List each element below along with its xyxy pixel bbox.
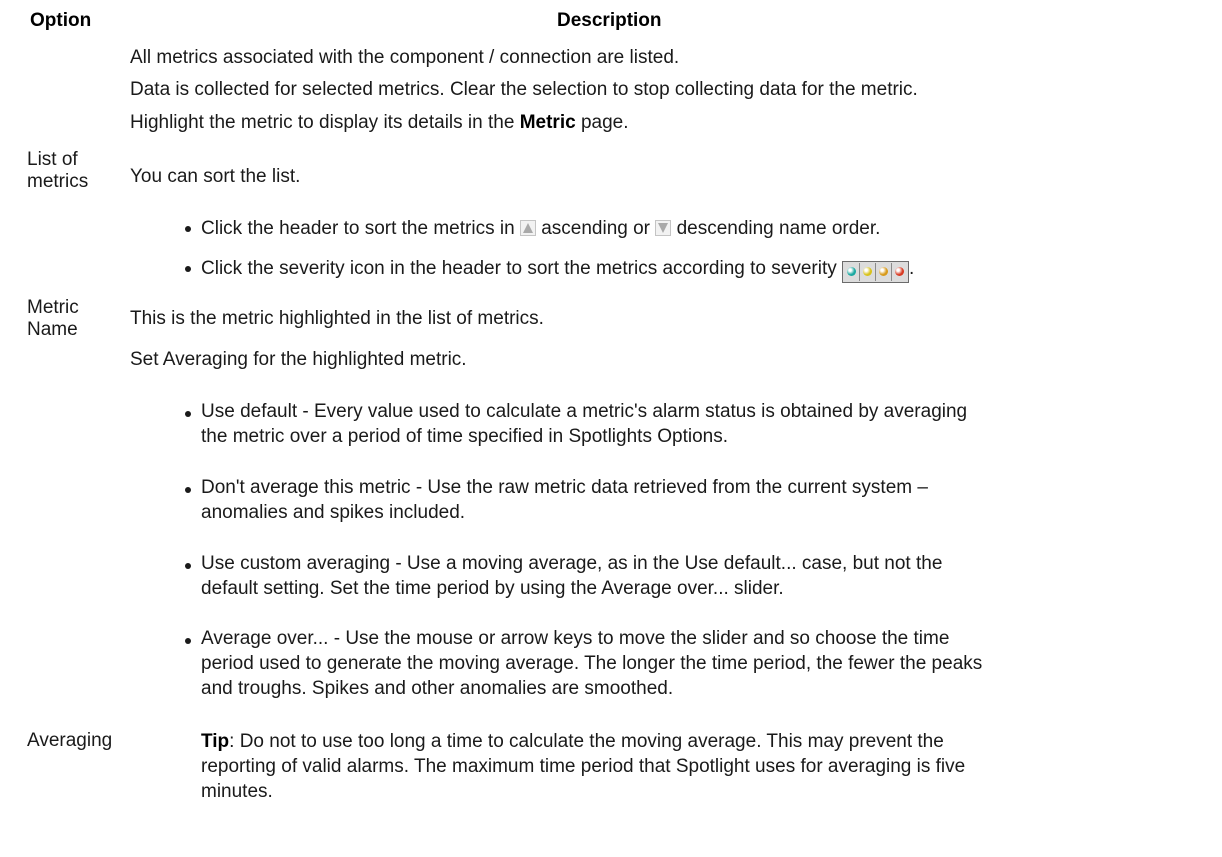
metric-page-reference: Metric [519, 112, 576, 133]
list-item-text: . [909, 258, 915, 279]
bullet-icon [185, 266, 191, 272]
list-item-text: ascending or [541, 218, 650, 239]
bullet-icon [185, 411, 191, 417]
sort-ascending-icon [519, 220, 536, 236]
description-paragraph: You can sort the list. [130, 166, 301, 187]
list-item-text: Don't average this metric - Use the raw … [201, 477, 928, 498]
tip-text: reporting of valid alarms. The maximum t… [201, 756, 966, 777]
severity-high-icon [892, 263, 907, 281]
option-label-line: Name [27, 319, 78, 340]
list-item-text: Average over... - Use the mouse or arrow… [201, 628, 950, 649]
severity-normal-icon [844, 263, 861, 281]
list-item-text: descending name order. [676, 218, 881, 239]
description-paragraph: Highlight the metric to display its deta… [130, 111, 629, 135]
list-item: Click the severity icon in the header to… [201, 257, 914, 283]
list-item-text: Click the severity icon in the header to… [201, 258, 837, 279]
bullet-icon [185, 226, 191, 232]
list-item-text: and troughs. Spikes and other anomalies … [201, 678, 674, 699]
list-item: Use custom averaging - Use a moving aver… [201, 551, 1211, 601]
description-column-header: Description [557, 10, 662, 31]
list-item-text: period used to generate the moving avera… [201, 653, 983, 674]
severity-icon-strip [842, 261, 910, 283]
description-paragraph: This is the metric highlighted in the li… [130, 308, 544, 329]
description-paragraph: All metrics associated with the componen… [130, 47, 680, 68]
sort-descending-icon [655, 220, 672, 236]
list-item: Use default - Every value used to calcul… [201, 399, 1211, 449]
list-item-text: the metric over a period of time specifi… [201, 426, 728, 447]
option-label-line: List of [27, 149, 78, 170]
option-column-header: Option [30, 10, 92, 31]
list-item: Average over... - Use the mouse or arrow… [201, 626, 1216, 701]
description-paragraph: Data is collected for selected metrics. … [130, 79, 918, 100]
list-item-text: Use default - Every value used to calcul… [201, 401, 968, 422]
paragraph-text: Highlight the metric to display its deta… [130, 112, 515, 133]
severity-medium-icon [876, 263, 893, 281]
severity-low-icon [860, 263, 877, 281]
tip-label: Tip [201, 731, 230, 752]
option-label-averaging: Averaging [27, 730, 113, 751]
option-label-line: Metric [27, 297, 79, 318]
list-item-text: Click the header to sort the metrics in [201, 218, 515, 239]
description-paragraph: Set Averaging for the highlighted metric… [130, 349, 467, 370]
option-label-list-of-metrics: List of metrics [27, 149, 88, 193]
tip-paragraph: Tip: Do not to use too long a time to ca… [201, 729, 1216, 804]
list-item-text: default setting. Set the time period by … [201, 578, 784, 599]
tip-text: minutes. [201, 781, 273, 802]
option-label-line: metrics [27, 171, 89, 192]
tip-text: : Do not to use too long a time to calcu… [229, 731, 944, 752]
options-table: Option Description List of metrics All m… [0, 0, 1222, 857]
list-item-text: anomalies and spikes included. [201, 502, 466, 523]
bullet-icon [185, 638, 191, 644]
list-item-text: Use custom averaging - Use a moving aver… [201, 553, 943, 574]
bullet-icon [185, 487, 191, 493]
paragraph-text: page. [580, 112, 629, 133]
list-item: Don't average this metric - Use the raw … [201, 475, 1211, 525]
option-label-metric-name: Metric Name [27, 297, 79, 341]
bullet-icon [185, 563, 191, 569]
list-item: Click the header to sort the metrics in … [201, 217, 880, 241]
